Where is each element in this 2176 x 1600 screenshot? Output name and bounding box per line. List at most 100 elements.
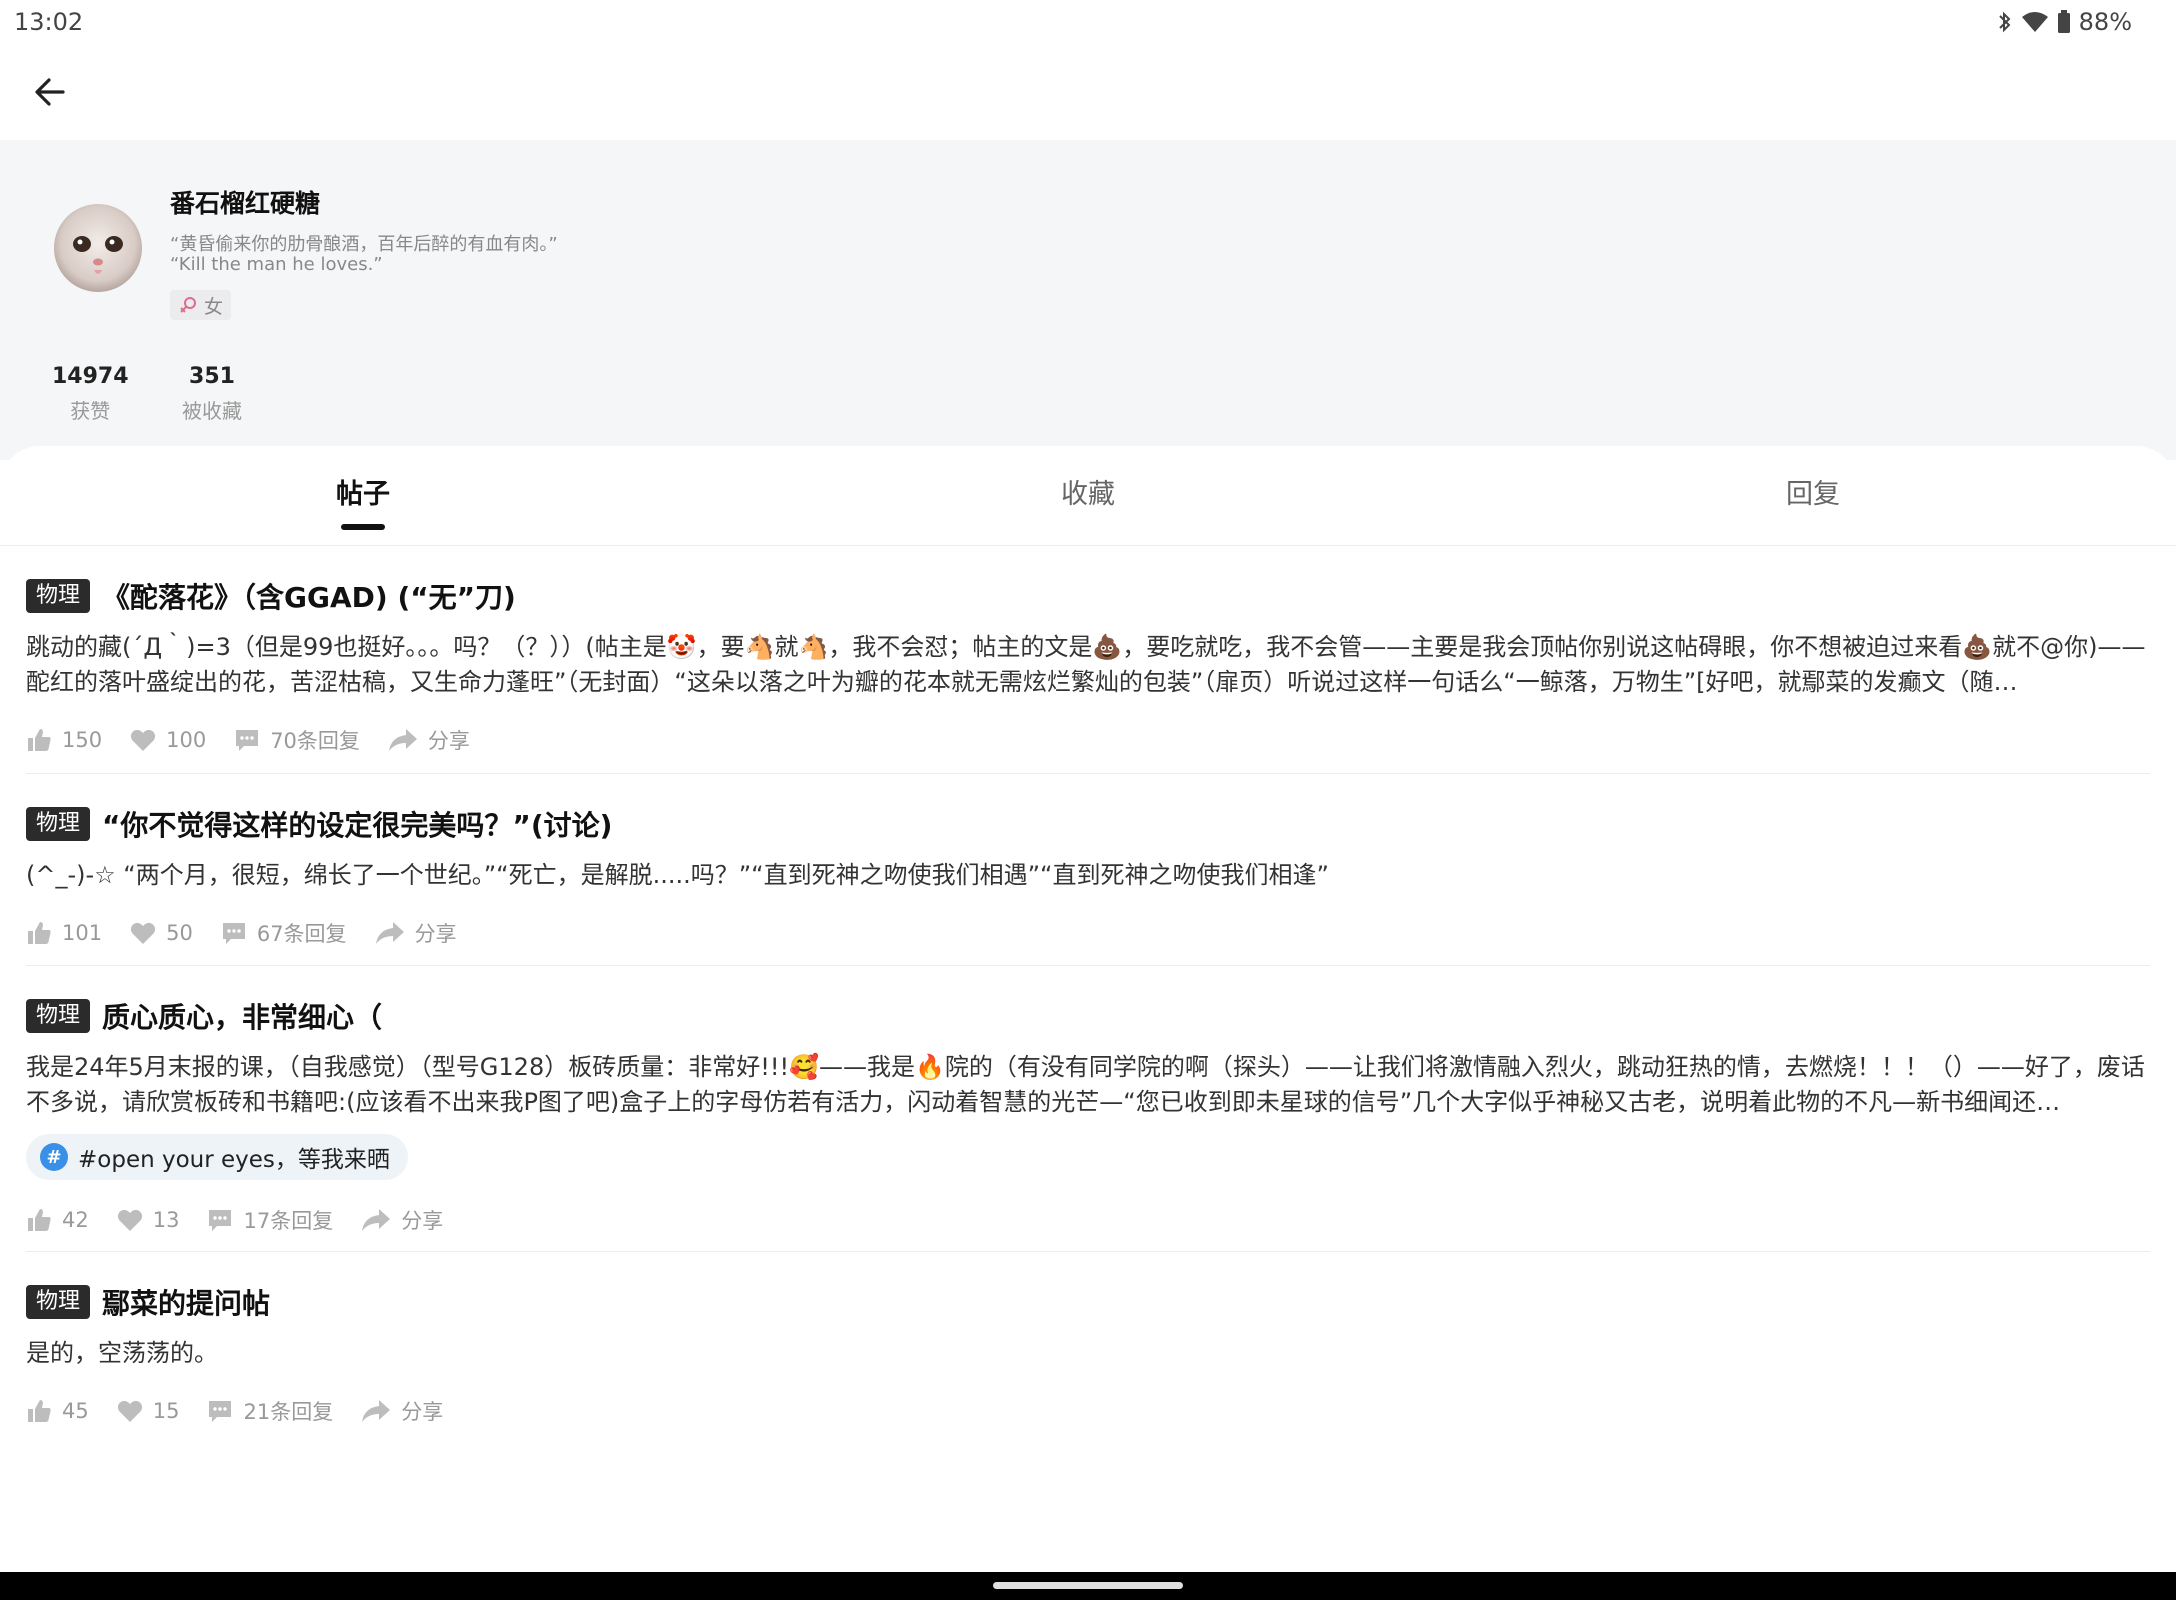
bio-line-2: “Kill the man he loves.” (170, 254, 383, 275)
content-sheet: 帖子 收藏 回复 物理 《酡落花》（含GGAD) (“无”刀) 跳动的藏(´Д｀… (0, 446, 2176, 1572)
share-button[interactable]: 分享 (361, 1205, 443, 1235)
post-item[interactable]: 物理 《酡落花》（含GGAD) (“无”刀) 跳动的藏(´Д｀)=3（但是99也… (26, 546, 2150, 774)
reply-button[interactable]: 70条回复 (234, 725, 360, 755)
cat-avatar-icon (54, 204, 142, 292)
female-symbol-icon (180, 297, 196, 313)
battery-icon (2057, 10, 2070, 33)
comment-icon (209, 1210, 232, 1231)
arrow-left-icon (35, 78, 65, 106)
comment-icon (209, 1401, 232, 1422)
share-icon (362, 1209, 391, 1231)
wifi-icon (2021, 12, 2048, 32)
battery-percent: 88% (2078, 8, 2132, 36)
profile-page: 13:02 88% 番石榴红硬糖 “黄昏偷来你的肋骨酿酒，百年后醉的有血有肉。”… (0, 0, 2176, 1600)
post-title[interactable]: 质心质心，非常细心（ (102, 996, 382, 1036)
post-body[interactable]: (^_-)-☆ “两个月，很短，绵长了一个世纪。”“死亡，是解脱.....吗？”… (26, 858, 2150, 893)
post-actions: 45 15 21条回复 分享 (26, 1391, 2150, 1431)
heart-icon (117, 1400, 142, 1422)
favorite-count: 100 (166, 728, 207, 752)
post-actions: 42 13 17条回复 分享 (26, 1200, 2150, 1240)
post-actions: 101 50 67条回复 分享 (26, 913, 2150, 953)
tab-posts[interactable]: 帖子 (336, 472, 390, 511)
favorite-count: 13 (152, 1208, 180, 1232)
tab-replies[interactable]: 回复 (1786, 472, 1840, 511)
stat-collected-value: 351 (189, 364, 235, 389)
share-button[interactable]: 分享 (375, 918, 457, 948)
post-title[interactable]: 《酡落花》（含GGAD) (“无”刀) (102, 576, 516, 616)
category-badge: 物理 (26, 999, 91, 1033)
status-time: 13:02 (14, 8, 84, 36)
topic-tag-label: #open your eyes，等我来晒 (78, 1147, 390, 1173)
reply-button[interactable]: 21条回复 (207, 1396, 333, 1426)
post-body[interactable]: 是的，空荡荡的。 (26, 1336, 2150, 1371)
stat-likes: 14974 获赞 (52, 364, 129, 424)
topic-tag[interactable]: # #open your eyes，等我来晒 (26, 1134, 408, 1180)
thumbs-up-icon (28, 729, 51, 751)
favorite-button[interactable]: 100 (130, 728, 206, 752)
stat-collected: 351 被收藏 (182, 364, 242, 424)
like-count: 42 (62, 1208, 89, 1232)
like-count: 45 (62, 1399, 89, 1423)
share-icon (388, 729, 417, 751)
avatar[interactable] (54, 204, 142, 292)
post-item[interactable]: 物理 “你不觉得这样的设定很完美吗？”(讨论) (^_-)-☆ “两个月，很短，… (26, 774, 2150, 966)
post-title[interactable]: “你不觉得这样的设定很完美吗？”(讨论) (102, 804, 612, 844)
thumbs-up-icon (28, 922, 51, 944)
like-button[interactable]: 42 (26, 1207, 89, 1233)
stat-likes-label: 获赞 (70, 399, 111, 423)
share-label: 分享 (427, 729, 470, 753)
thumbs-up-icon (28, 1209, 51, 1231)
favorite-count: 15 (152, 1399, 180, 1423)
share-button[interactable]: 分享 (388, 725, 470, 755)
post-item[interactable]: 物理 鄢菜的提问帖 是的，空荡荡的。 45 15 21条回复 分享 (26, 1252, 2150, 1442)
username: 番石榴红硬糖 (170, 189, 321, 218)
post-item[interactable]: 物理 质心质心，非常细心（ 我是24年5月末报的课，（自我感觉）（型号G128）… (26, 966, 2150, 1252)
profile-header: 番石榴红硬糖 “黄昏偷来你的肋骨酿酒，百年后醉的有血有肉。” “Kill the… (0, 140, 2176, 460)
heart-icon (130, 922, 156, 944)
share-button[interactable]: 分享 (361, 1396, 443, 1426)
post-title-row: 物理 鄢菜的提问帖 (26, 1282, 2150, 1322)
like-button[interactable]: 150 (26, 727, 102, 753)
home-gesture-handle[interactable] (993, 1582, 1183, 1589)
share-label: 分享 (414, 922, 457, 946)
comment-icon (236, 730, 259, 751)
gender-badge: 女 (170, 290, 232, 320)
reply-button[interactable]: 67条回复 (221, 918, 347, 948)
favorite-button[interactable]: 13 (117, 1208, 180, 1232)
status-icons: 88% (1997, 8, 2132, 36)
favorite-count: 50 (166, 921, 193, 945)
heart-icon (130, 729, 156, 751)
app-bar (0, 44, 2176, 140)
favorite-button[interactable]: 50 (130, 921, 193, 945)
tab-favorites[interactable]: 收藏 (1061, 472, 1115, 511)
post-actions: 150 100 70条回复 分享 (26, 720, 2150, 760)
reply-count: 21条回复 (243, 1400, 334, 1424)
stat-collected-label: 被收藏 (182, 399, 242, 423)
share-icon (362, 1400, 391, 1422)
reply-count: 70条回复 (270, 729, 360, 753)
post-title[interactable]: 鄢菜的提问帖 (102, 1282, 270, 1322)
share-icon (375, 922, 404, 944)
like-button[interactable]: 45 (26, 1398, 89, 1424)
stat-likes-value: 14974 (52, 364, 129, 389)
thumbs-up-icon (28, 1400, 51, 1422)
post-title-row: 物理 质心质心，非常细心（ (26, 996, 2150, 1036)
share-label: 分享 (401, 1400, 444, 1424)
back-button[interactable] (24, 66, 76, 118)
reply-count: 67条回复 (256, 922, 347, 946)
like-count: 150 (62, 728, 103, 752)
share-label: 分享 (401, 1209, 444, 1233)
hashtag-icon: # (40, 1143, 68, 1171)
post-title-row: 物理 “你不觉得这样的设定很完美吗？”(讨论) (26, 804, 2150, 844)
post-title-row: 物理 《酡落花》（含GGAD) (“无”刀) (26, 576, 2150, 616)
post-body[interactable]: 我是24年5月末报的课，（自我感觉）（型号G128）板砖质量：非常好!!!🥰——… (26, 1050, 2150, 1120)
tab-bar: 帖子 收藏 回复 (0, 446, 2176, 546)
system-nav-bar (0, 1572, 2176, 1600)
favorite-button[interactable]: 15 (117, 1399, 180, 1423)
comment-icon (222, 923, 245, 944)
post-body[interactable]: 跳动的藏(´Д｀)=3（但是99也挺好。。。吗？（？））(帖主是🤡，要🐴就🐴，我… (26, 630, 2150, 700)
like-button[interactable]: 101 (26, 920, 102, 946)
category-badge: 物理 (26, 807, 91, 841)
post-list: 物理 《酡落花》（含GGAD) (“无”刀) 跳动的藏(´Д｀)=3（但是99也… (26, 546, 2150, 1442)
reply-button[interactable]: 17条回复 (207, 1205, 333, 1235)
